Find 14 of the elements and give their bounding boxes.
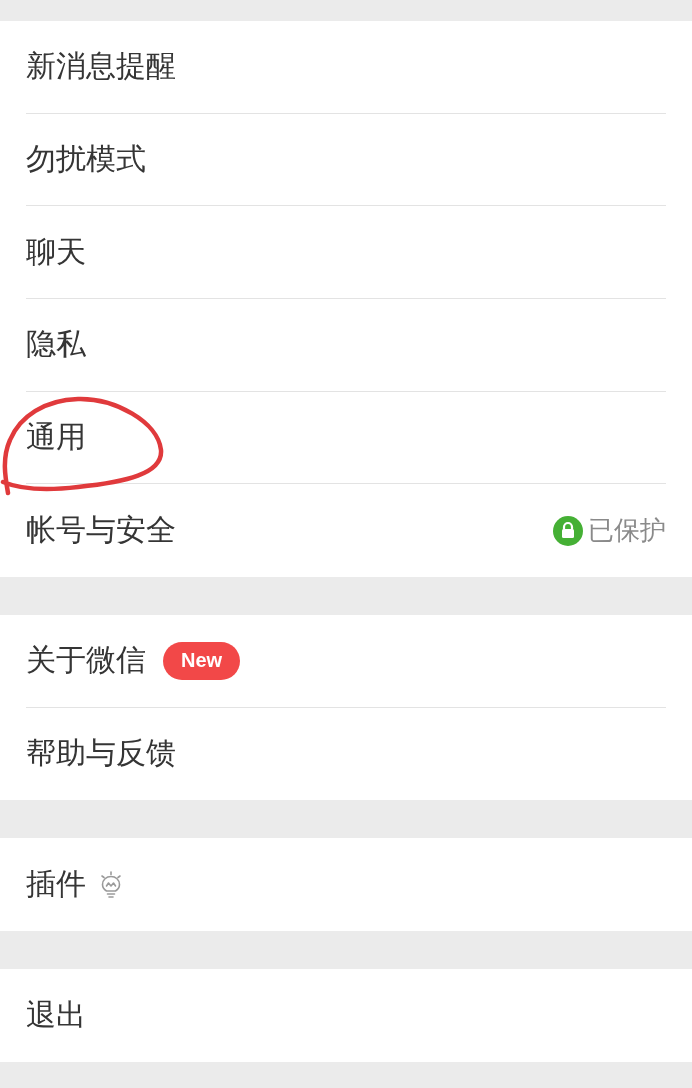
new-badge: New bbox=[163, 641, 241, 680]
lightbulb-icon bbox=[100, 870, 122, 899]
settings-item[interactable]: 帮助与反馈 bbox=[26, 707, 666, 801]
settings-item[interactable]: 隐私 bbox=[26, 298, 666, 392]
settings-item[interactable]: 新消息提醒 bbox=[26, 21, 666, 114]
settings-item[interactable]: 退出 bbox=[26, 968, 666, 1062]
settings-item[interactable]: 关于微信 New bbox=[26, 614, 666, 708]
settings-item[interactable]: 插件 bbox=[26, 838, 666, 931]
lock-icon bbox=[553, 515, 583, 546]
status-text: 已保护 bbox=[588, 514, 666, 548]
settings-item[interactable]: 聊天 bbox=[26, 206, 666, 299]
settings-item[interactable]: 帐号与安全 已保护 bbox=[26, 484, 666, 577]
settings-item[interactable]: 勿扰模式 bbox=[26, 113, 666, 207]
settings-item[interactable]: 通用 bbox=[26, 391, 666, 485]
